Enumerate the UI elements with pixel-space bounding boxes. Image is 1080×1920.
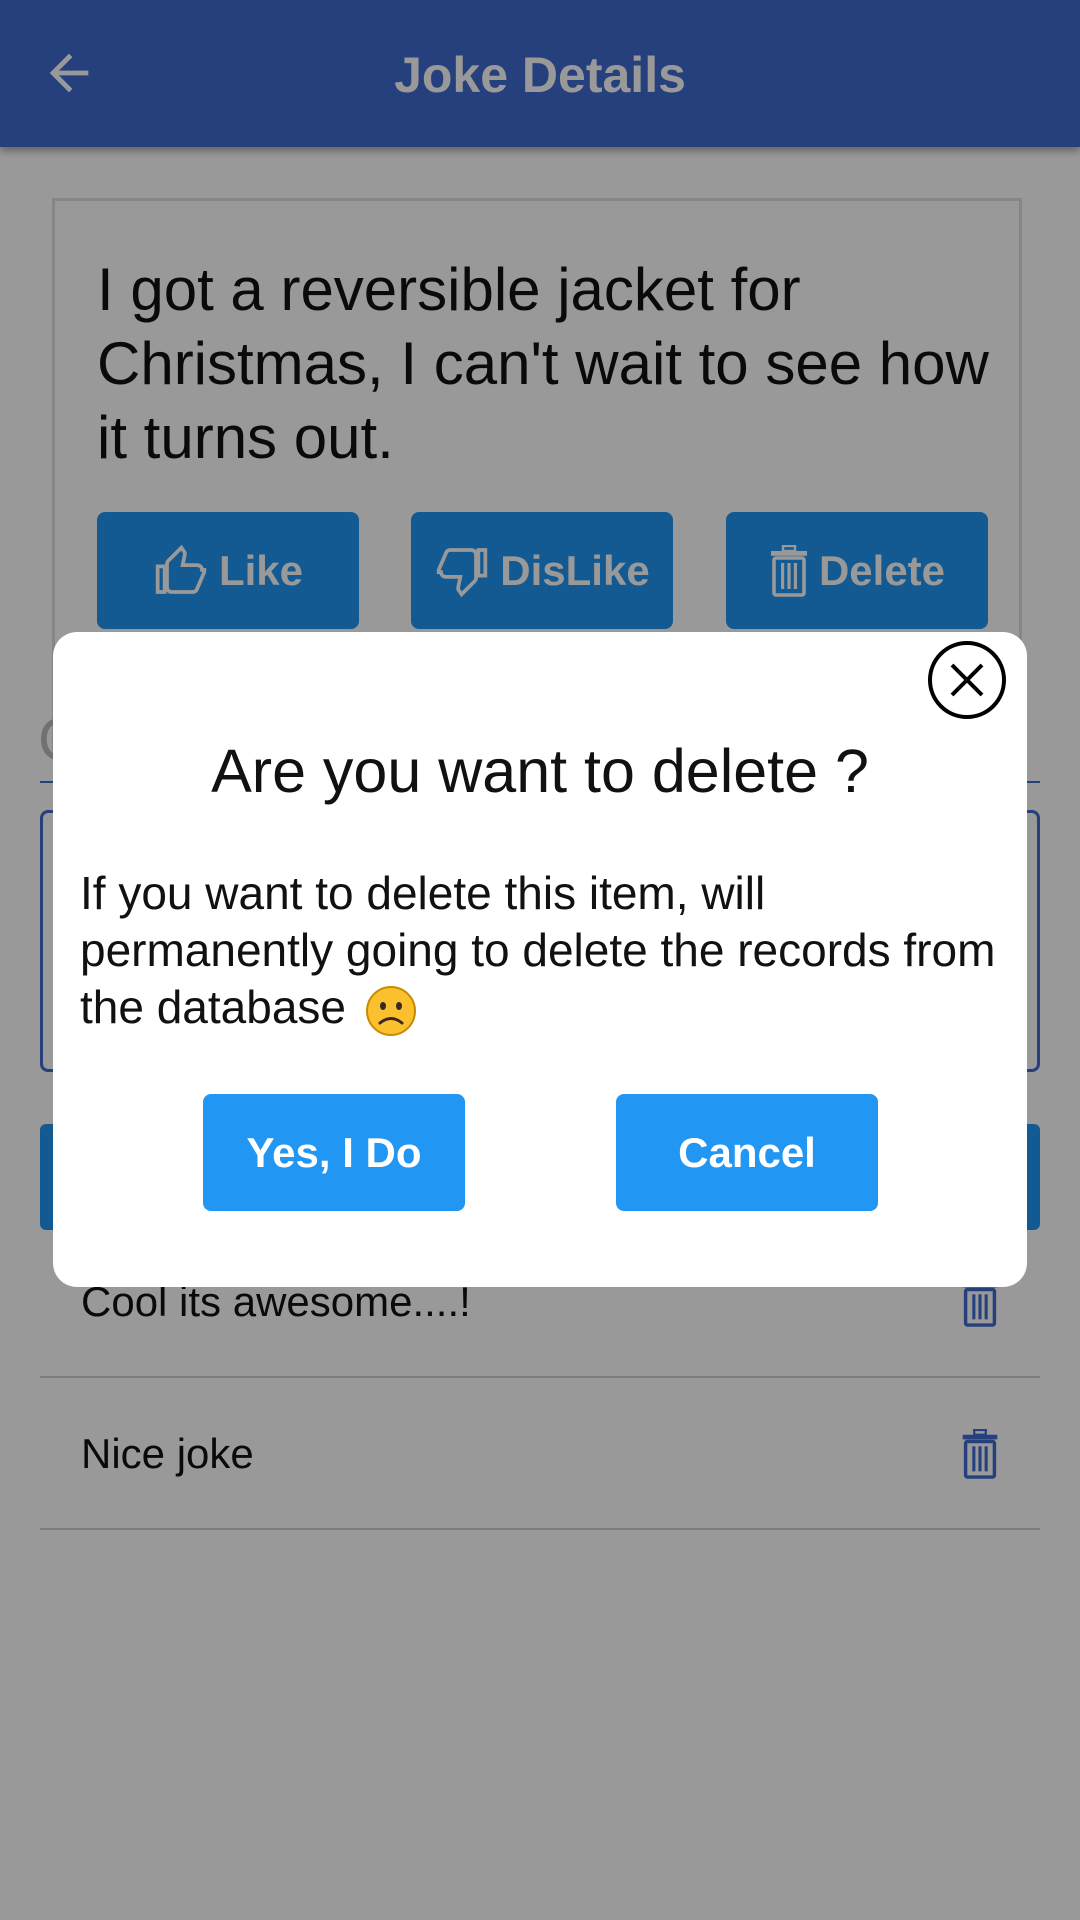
confirm-delete-button[interactable]: Yes, I Do [203,1094,465,1211]
delete-confirm-dialog: Are you want to delete ? If you want to … [53,632,1027,1287]
cancel-button[interactable]: Cancel [616,1094,878,1211]
dialog-message-text: If you want to delete this item, will pe… [80,867,996,1033]
dialog-title: Are you want to delete ? [211,737,869,805]
close-circle-icon[interactable] [927,640,1007,720]
frowning-face-emoji [365,985,416,1036]
dialog-message: If you want to delete this item, will pe… [80,865,1000,1037]
